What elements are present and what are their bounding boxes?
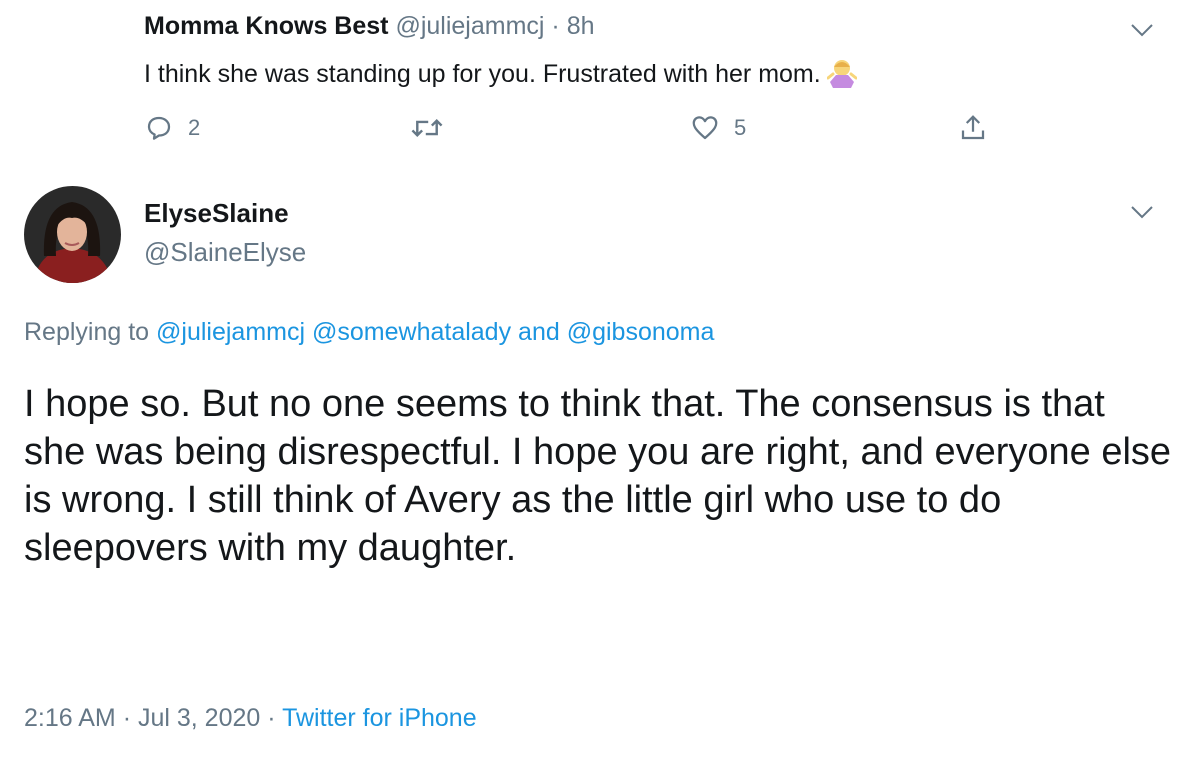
share-icon <box>961 115 985 140</box>
reply-author-name[interactable]: Momma Knows Best <box>144 12 388 40</box>
retweet-button[interactable] <box>410 110 458 146</box>
author-name[interactable]: ElyseSlaine <box>144 198 289 229</box>
mention-link[interactable]: @juliejammcj <box>156 318 305 346</box>
mention-link[interactable]: @somewhatalady <box>312 318 511 346</box>
heart-icon <box>692 116 718 140</box>
tweet-meta: 2:16 AM · Jul 3, 2020 · Twitter for iPho… <box>24 704 477 733</box>
retweet-icon <box>411 118 443 138</box>
reply-tweet-body: I think she was standing up for you. Fru… <box>144 60 821 88</box>
person-shrugging-emoji-icon <box>826 58 858 95</box>
reply-button[interactable]: 2 <box>144 110 200 146</box>
meta-separator: · <box>267 704 276 732</box>
reply-tweet-header: Momma Knows Best @juliejammcj · 8h <box>144 12 595 41</box>
tweet-time[interactable]: 2:16 AM <box>24 704 116 732</box>
reply-timestamp[interactable]: 8h <box>567 12 595 40</box>
mention-link[interactable]: @gibsonoma <box>567 318 715 346</box>
author-handle[interactable]: @SlaineElyse <box>144 237 306 268</box>
like-count: 5 <box>734 115 747 140</box>
tweet-date[interactable]: Jul 3, 2020 <box>138 704 260 732</box>
replying-and[interactable]: and <box>518 318 560 346</box>
reply-tweet[interactable]: Momma Knows Best @juliejammcj · 8h I thi… <box>0 0 1186 170</box>
replying-prefix: Replying to <box>24 318 150 346</box>
reply-icon <box>147 116 171 140</box>
replying-to-line: Replying to @juliejammcj @somewhatalady … <box>24 318 714 347</box>
reply-tweet-text: I think she was standing up for you. Fru… <box>144 58 858 95</box>
chevron-down-icon[interactable] <box>1130 22 1154 38</box>
tweet-source[interactable]: Twitter for iPhone <box>282 704 477 732</box>
reply-author-handle[interactable]: @juliejammcj <box>395 12 544 40</box>
share-button[interactable] <box>958 110 988 146</box>
reply-separator: · <box>551 12 560 40</box>
meta-separator: · <box>122 704 132 732</box>
avatar[interactable] <box>24 186 121 283</box>
like-button[interactable]: 5 <box>690 110 746 146</box>
tweet-text: I hope so. But no one seems to think tha… <box>24 383 1172 569</box>
chevron-down-icon[interactable] <box>1130 204 1154 220</box>
profile-photo <box>24 186 121 283</box>
reply-count: 2 <box>188 115 201 140</box>
